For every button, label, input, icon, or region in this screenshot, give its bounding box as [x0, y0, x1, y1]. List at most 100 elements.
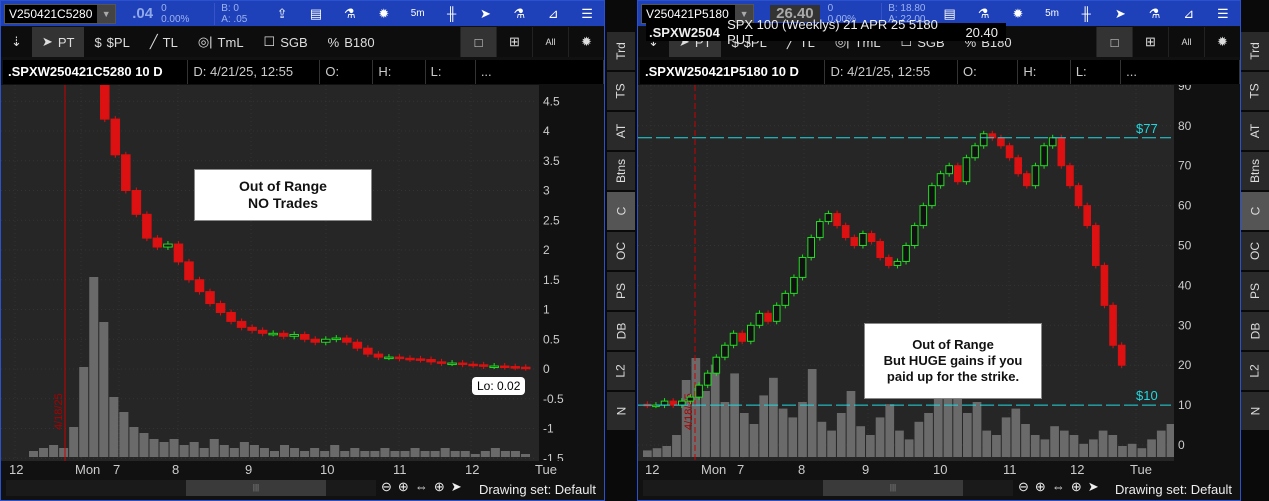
cursor-icon[interactable]: ➤ [451, 479, 462, 495]
candle-down [478, 364, 489, 367]
side-tab-db[interactable]: DB [607, 312, 635, 350]
annotation-box: Out of Range NO Trades [194, 169, 372, 221]
flask-icon[interactable]: ⚗ [333, 6, 367, 22]
volume-bar [69, 427, 79, 457]
price-chart[interactable]: 4/18/25 4.5 4 3.5 3 2.5 2 1.5 1 0.5 0 -0.5 -1 -1.5 [1, 85, 604, 461]
side-tab-oc[interactable]: OC [607, 232, 635, 270]
cursor-icon[interactable]: ➤ [469, 6, 503, 22]
share-icon[interactable]: ⇪ [265, 6, 299, 22]
side-tab-at[interactable]: AT [1241, 112, 1269, 150]
symbol-input[interactable]: V250421C5280 ▼ [4, 3, 117, 24]
candle-up [945, 165, 953, 175]
timeline-tool[interactable]: ◎| TmL [188, 27, 254, 57]
calendar-icon[interactable]: ▤ [299, 6, 333, 22]
crosshair-icon[interactable]: ⊕ [434, 479, 445, 495]
zoom-in-icon[interactable]: ⊕ [1035, 479, 1046, 495]
drawing-set[interactable]: Drawing set: Default [479, 482, 596, 497]
studies-icon[interactable]: ⚗ [1137, 6, 1171, 22]
volume-bar [139, 433, 149, 457]
grid-layout-icon[interactable]: ⊞ [496, 27, 532, 57]
candle-down [1109, 304, 1117, 346]
side-tab-n[interactable]: N [607, 392, 635, 430]
volume-bar [817, 421, 827, 457]
scroll-thumb[interactable]: ||| [186, 480, 326, 496]
single-layout-icon[interactable]: □ [1096, 27, 1132, 57]
scroll-thumb[interactable]: ||| [823, 480, 963, 496]
cursor-icon[interactable]: ➤ [1088, 479, 1099, 495]
zoom-in-icon[interactable]: ⊕ [398, 479, 409, 495]
horizontal-scrollbar[interactable]: ||| [6, 480, 376, 496]
sgb-tool[interactable]: ☐ SGB [254, 27, 318, 57]
bar-more: ... [476, 60, 604, 84]
side-tab-ps[interactable]: PS [1241, 272, 1269, 310]
volume-bar [1011, 408, 1021, 457]
side-tab-ts[interactable]: TS [607, 72, 635, 110]
horizontal-scrollbar[interactable]: ||| [643, 480, 1013, 496]
single-layout-icon[interactable]: □ [460, 27, 496, 57]
pan-icon[interactable]: ⇔ [415, 479, 428, 495]
grid-layout-icon[interactable]: ⊞ [1132, 27, 1168, 57]
candle-style-icon[interactable]: ╫ [1069, 6, 1103, 21]
last-price: .04 [132, 5, 154, 22]
studies-icon[interactable]: ⚗ [502, 6, 536, 22]
chevron-down-icon[interactable]: ▼ [97, 4, 116, 23]
side-tab-c[interactable]: C [607, 192, 635, 230]
side-tab-l2[interactable]: L2 [607, 352, 635, 390]
side-tab-label: C [1247, 206, 1262, 216]
pan-icon[interactable]: ⇔ [1052, 479, 1065, 495]
cursor-icon[interactable]: ➤ [1103, 6, 1137, 22]
volume-bar [895, 430, 904, 457]
drawing-icon[interactable]: ⊿ [1172, 6, 1206, 22]
flask-icon[interactable]: ⚗ [967, 6, 1001, 22]
side-tab-n[interactable]: N [1241, 392, 1269, 430]
candle-down [1117, 344, 1126, 366]
bar-open: O: 0.03 [320, 60, 374, 103]
gear-icon[interactable]: ✹ [1204, 27, 1240, 57]
side-tab-db[interactable]: DB [1241, 312, 1269, 350]
drawing-set[interactable]: Drawing set: Default [1115, 482, 1232, 497]
gear-icon[interactable]: ✹ [367, 6, 401, 22]
label: TL [162, 34, 178, 50]
side-tab-btns[interactable]: Btns [1241, 152, 1269, 190]
drawing-icon[interactable]: ⊿ [536, 6, 570, 22]
timeframe-button[interactable]: 5m [1035, 8, 1069, 19]
timeframe-button[interactable]: 5m [401, 8, 435, 19]
gear-icon[interactable]: ✹ [568, 27, 604, 57]
side-tab-btns[interactable]: Btns [607, 152, 635, 190]
side-tab-ps[interactable]: PS [607, 272, 635, 310]
drawing-toolbar: ⇣ ➤ PT $ $PL ╱ TL ◎| TmL ☐ SGB % B180 □ ⊞ All ✹ [1, 27, 604, 57]
price-chart[interactable]: 4/18/259080706050403020100$77$10 [638, 85, 1240, 461]
side-tab-ts[interactable]: TS [1241, 72, 1269, 110]
price-tick-label: -1 [543, 422, 554, 436]
price-tick-label: 0.5 [543, 332, 560, 346]
zoom-out-icon[interactable]: ⊖ [1018, 479, 1029, 495]
side-tab-label: Trd [614, 42, 628, 60]
side-tab-c[interactable]: C [1241, 192, 1269, 230]
trendline-tool[interactable]: ╱ TL [140, 27, 188, 57]
zoom-out-icon[interactable]: ⊖ [381, 479, 392, 495]
volume-bar [99, 322, 109, 457]
b180-tool[interactable]: % B180 [318, 27, 385, 57]
side-tab-at[interactable]: AT [607, 112, 635, 150]
side-tab-l2[interactable]: L2 [1241, 352, 1269, 390]
all-icon[interactable]: All [532, 27, 568, 57]
candle-down [363, 347, 373, 355]
pointer-tool[interactable]: ➤ PT [31, 27, 85, 57]
gear-icon[interactable]: ✹ [1001, 6, 1035, 22]
menu-icon[interactable]: ☰ [1206, 6, 1240, 22]
candle-down [415, 358, 426, 361]
pl-tool[interactable]: $ $PL [84, 27, 139, 57]
side-tab-trd[interactable]: Trd [1241, 32, 1269, 70]
side-tab-oc[interactable]: OC [1241, 232, 1269, 270]
time-tick-label: 8 [172, 462, 180, 477]
pin-button[interactable]: ⇣ [1, 27, 32, 57]
all-icon[interactable]: All [1168, 27, 1204, 57]
side-tab-trd[interactable]: Trd [607, 32, 635, 70]
crosshair-icon[interactable]: ⊕ [1071, 479, 1082, 495]
note-line: NO Trades [247, 195, 319, 211]
candle-style-icon[interactable]: ╫ [435, 6, 469, 21]
candle-down [669, 400, 677, 406]
volume-bar [39, 448, 49, 457]
note-line: paid up for the strike. [886, 369, 1020, 384]
menu-icon[interactable]: ☰ [570, 6, 604, 22]
